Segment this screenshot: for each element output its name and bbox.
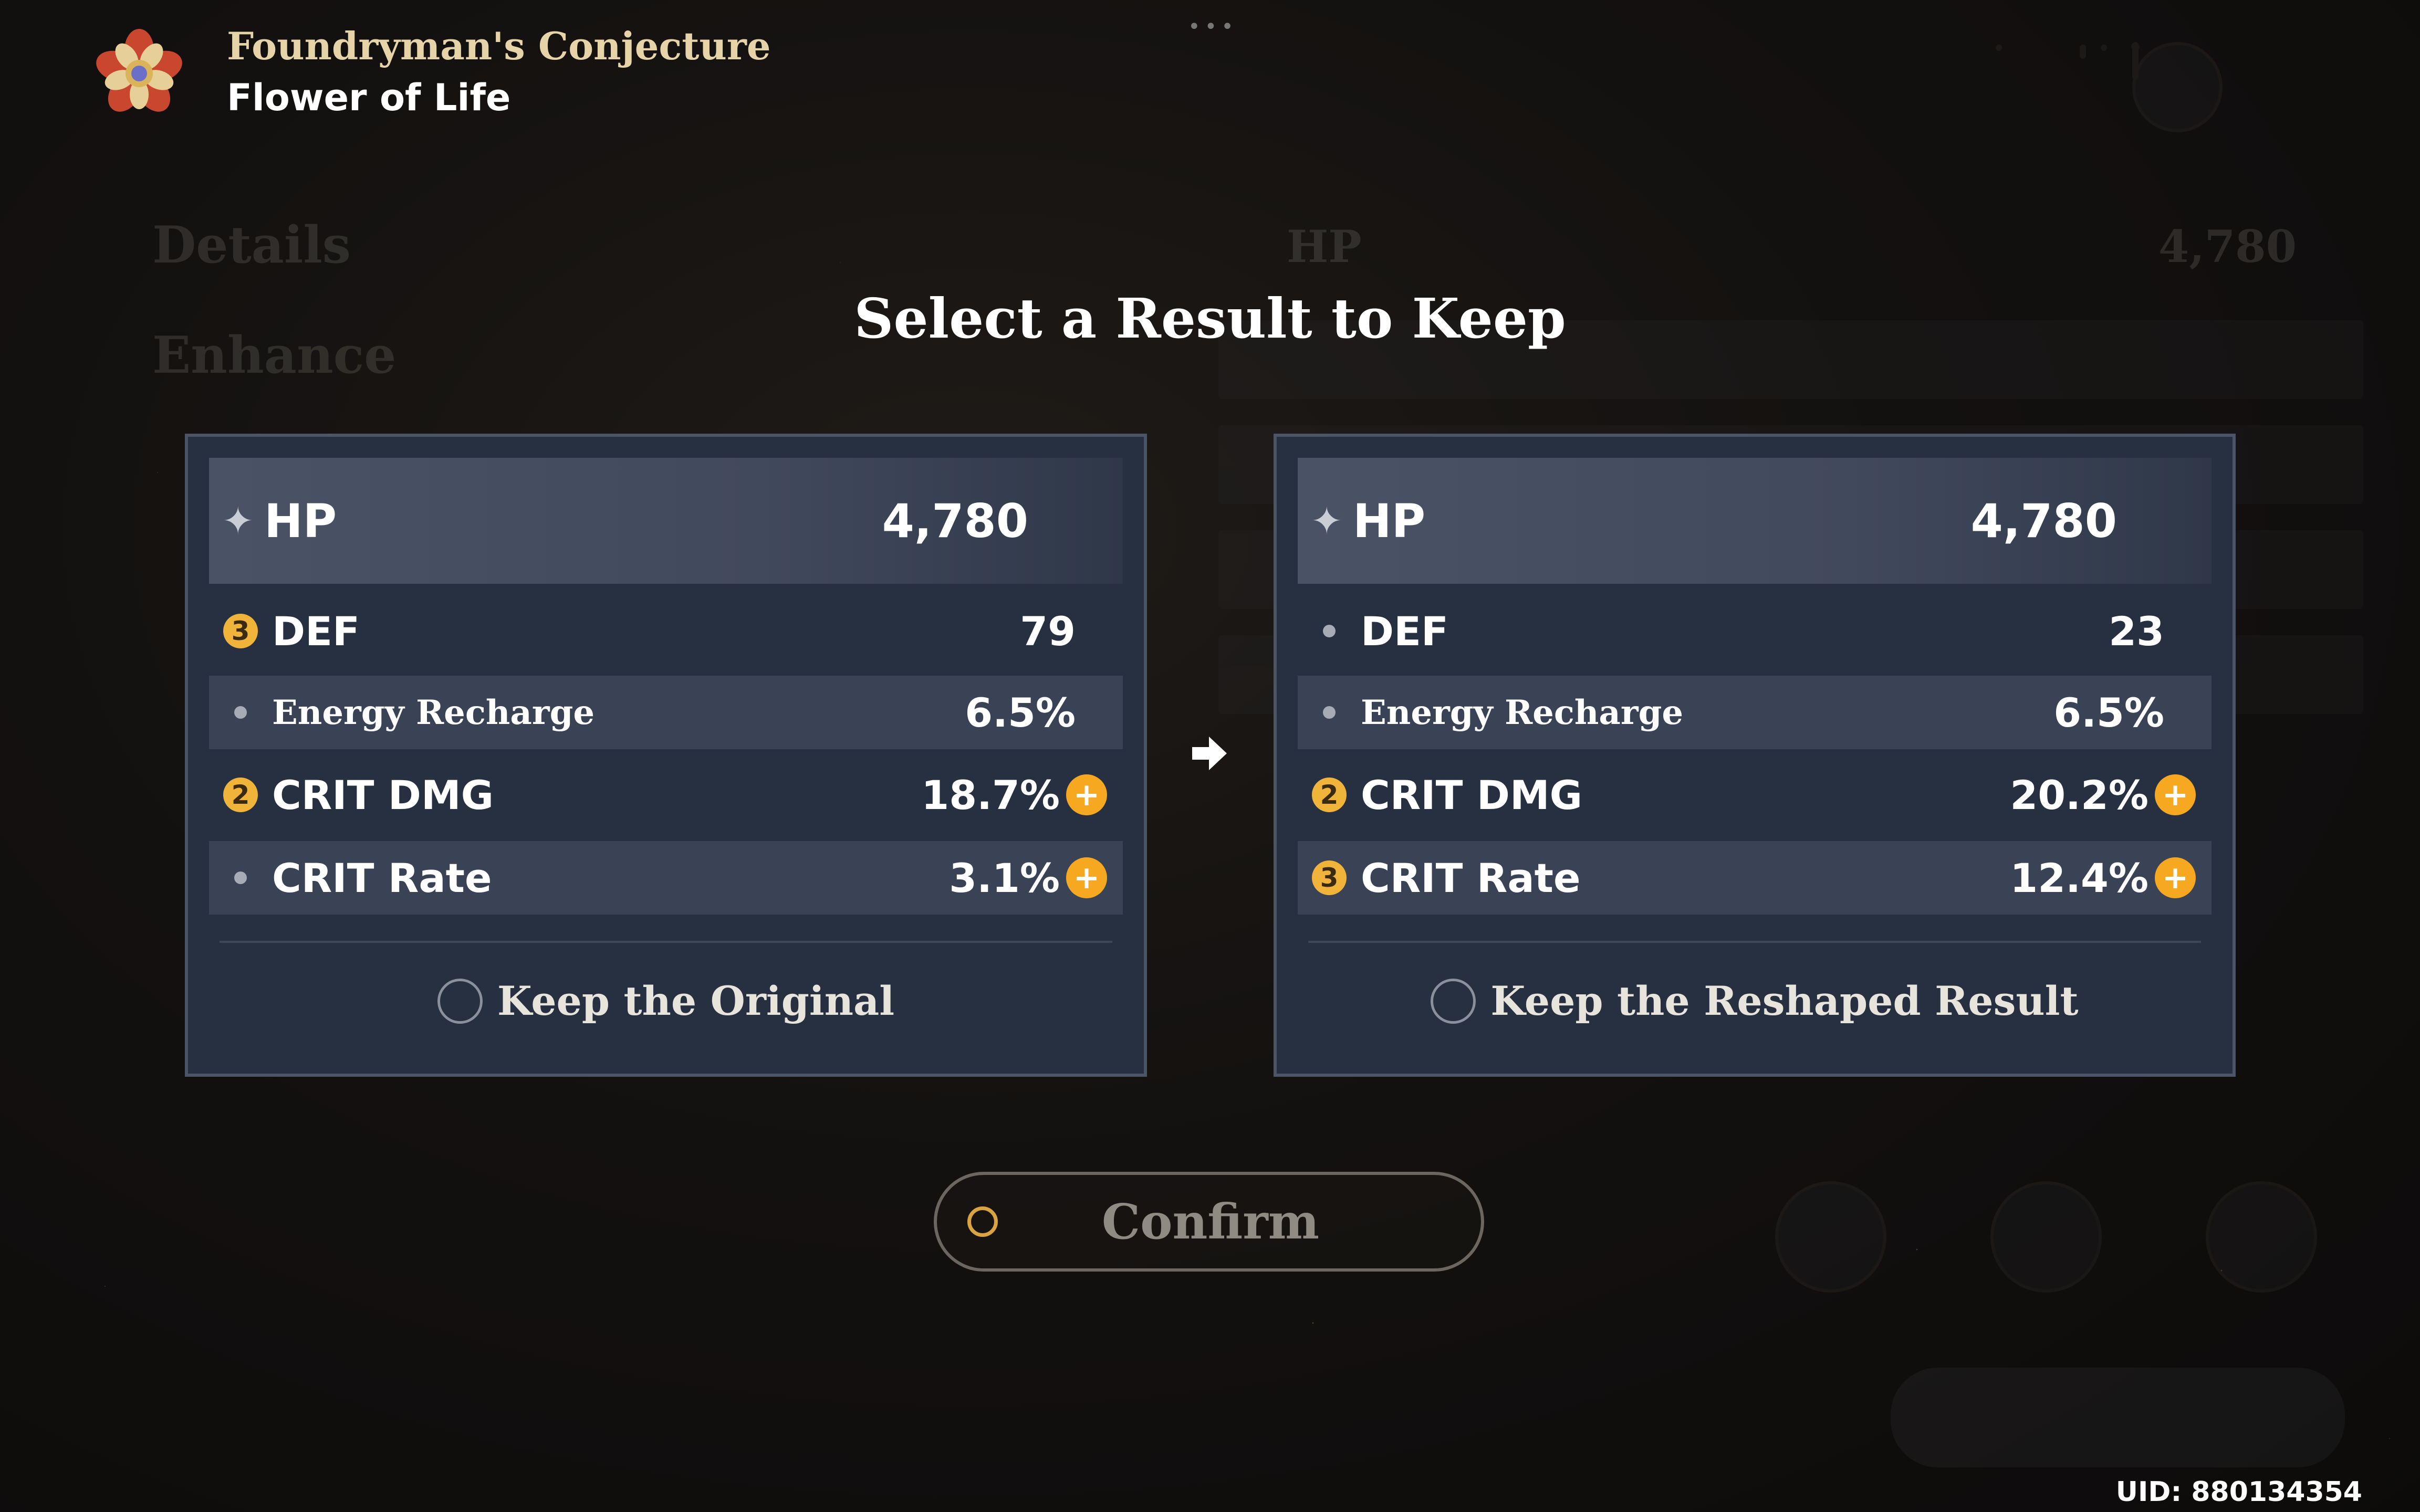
- artifact-slot-name: Flower of Life: [227, 76, 511, 119]
- flower-artifact-icon: [87, 29, 192, 118]
- keep-reshaped-option[interactable]: Keep the Reshaped Result: [1277, 978, 2233, 1024]
- ellipsis-icon: •••: [1188, 15, 1238, 39]
- main-stat-row: ✦ HP 4,780: [209, 458, 1123, 584]
- substat-value: 3.1%: [949, 854, 1060, 901]
- substat-name: CRIT Rate: [272, 854, 492, 901]
- substat-row: 2 CRIT DMG 20.2% +: [1298, 758, 2212, 832]
- roll-count-badge: 3: [1312, 860, 1347, 895]
- substat-name: Energy Recharge: [1361, 692, 1684, 732]
- substat-value: 20.2%: [2010, 771, 2148, 818]
- substat-value: 18.7%: [921, 771, 1060, 818]
- reshaped-result-panel[interactable]: ✦ HP 4,780 DEF 23 Energy Recharge 6.5% 2…: [1274, 434, 2236, 1077]
- roll-count-badge: 2: [1312, 778, 1347, 812]
- keep-reshaped-label: Keep the Reshaped Result: [1490, 978, 2079, 1024]
- bullet-icon: [1323, 706, 1336, 719]
- substat-row: CRIT Rate 3.1% +: [209, 841, 1123, 915]
- substat-value: 12.4%: [2010, 854, 2148, 901]
- confirm-button[interactable]: Confirm: [934, 1172, 1484, 1272]
- divider: [1308, 941, 2201, 943]
- upgrade-plus-icon: +: [2155, 774, 2196, 815]
- substat-value: 23: [2109, 607, 2164, 655]
- substat-row: Energy Recharge 6.5%: [1298, 676, 2212, 749]
- substat-name: DEF: [272, 607, 360, 655]
- substat-value: 79: [1020, 607, 1076, 655]
- substat-name: CRIT DMG: [272, 771, 494, 818]
- divider: [220, 941, 1112, 943]
- substat-row: 3 CRIT Rate 12.4% +: [1298, 841, 2212, 915]
- substat-row: DEF 23: [1298, 594, 2212, 668]
- keep-original-option[interactable]: Keep the Original: [188, 978, 1144, 1024]
- star-icon: ✦: [222, 499, 254, 543]
- upgrade-plus-icon: +: [2155, 857, 2196, 898]
- substat-name: DEF: [1361, 607, 1448, 655]
- arrow-right-icon: [1188, 732, 1230, 774]
- upgrade-plus-icon: +: [1066, 774, 1107, 815]
- main-stat-name: HP: [264, 494, 337, 548]
- artifact-set-name: Foundryman's Conjecture: [227, 24, 771, 68]
- confirm-label: Confirm: [1101, 1193, 1320, 1250]
- main-stat-value: 4,780: [882, 494, 1028, 548]
- original-result-panel[interactable]: ✦ HP 4,780 3 DEF 79 Energy Recharge 6.5%…: [185, 434, 1147, 1077]
- substat-row: Energy Recharge 6.5%: [209, 676, 1123, 749]
- substat-name: CRIT Rate: [1361, 854, 1581, 901]
- keep-original-label: Keep the Original: [497, 978, 895, 1024]
- main-stat-row: ✦ HP 4,780: [1298, 458, 2212, 584]
- main-stat-name: HP: [1353, 494, 1426, 548]
- substat-row: 3 DEF 79: [209, 594, 1123, 668]
- main-stat-value: 4,780: [1970, 494, 2117, 548]
- roll-count-badge: 2: [223, 778, 258, 812]
- radio-button[interactable]: [437, 978, 483, 1024]
- uid-label: UID: 880134354: [2115, 1476, 2362, 1508]
- substat-value: 6.5%: [2053, 689, 2164, 736]
- bullet-icon: [1323, 625, 1336, 637]
- bullet-icon: [234, 872, 247, 884]
- star-icon: ✦: [1311, 499, 1343, 543]
- substat-row: 2 CRIT DMG 18.7% +: [209, 758, 1123, 832]
- radio-button[interactable]: [1431, 978, 1476, 1024]
- confirm-ring-icon: [967, 1206, 998, 1237]
- bullet-icon: [234, 706, 247, 719]
- substat-name: Energy Recharge: [272, 692, 595, 732]
- substat-name: CRIT DMG: [1361, 771, 1582, 818]
- substat-value: 6.5%: [965, 689, 1076, 736]
- roll-count-badge: 3: [223, 614, 258, 648]
- dialog-title: Select a Result to Keep: [854, 286, 1566, 351]
- upgrade-plus-icon: +: [1066, 857, 1107, 898]
